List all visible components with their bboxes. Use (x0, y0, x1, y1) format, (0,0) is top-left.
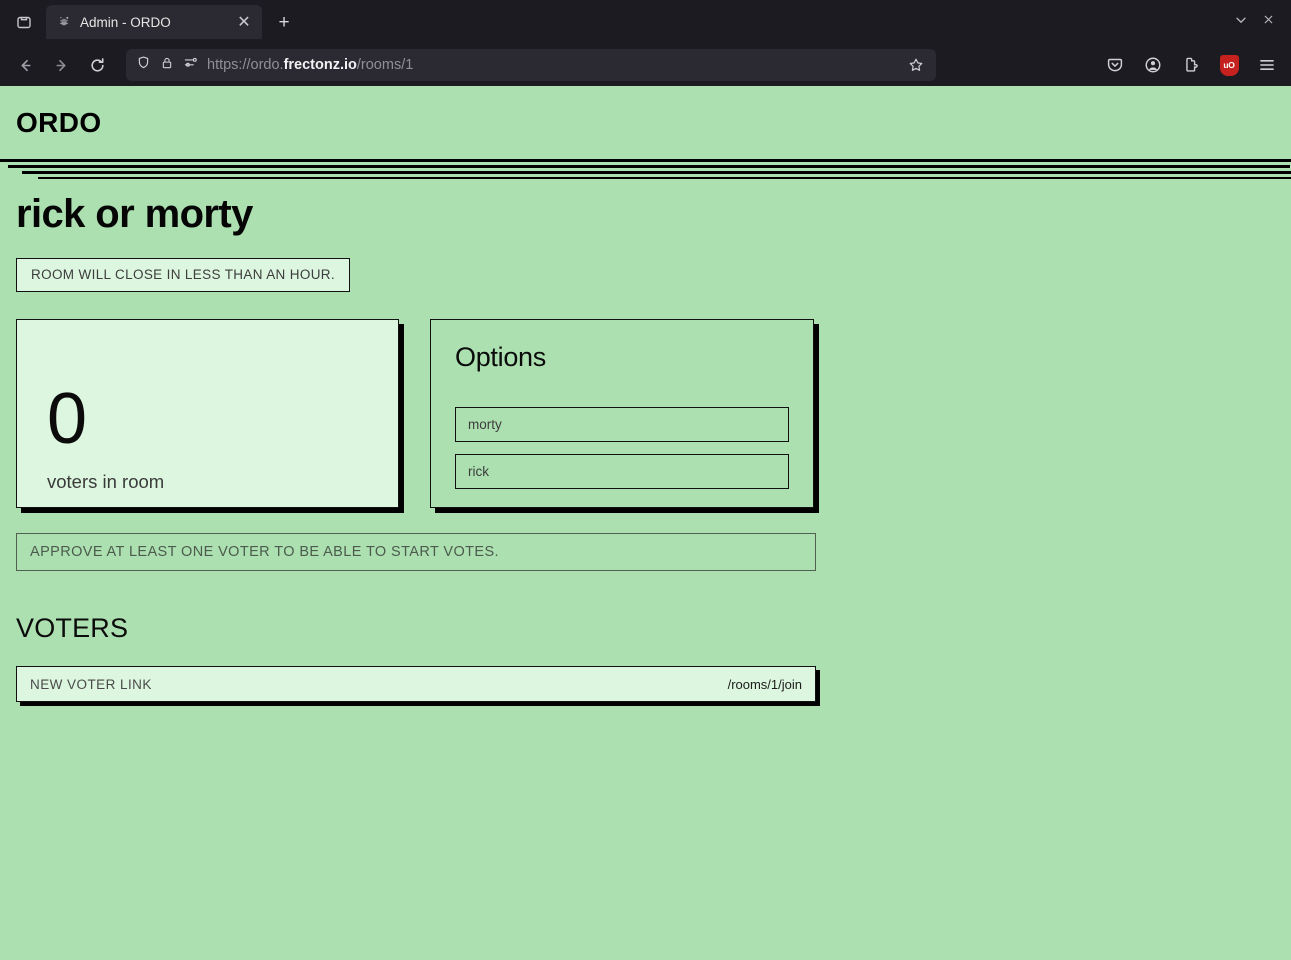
option-label: rick (468, 464, 489, 480)
header-divider (0, 159, 1291, 179)
new-voter-link-value: /rooms/1/join (727, 676, 802, 692)
page-title: rick or morty (16, 192, 253, 236)
save-to-pocket-icon[interactable] (1099, 50, 1131, 80)
page-content: rick or morty ROOM WILL CLOSE IN LESS TH… (0, 179, 1291, 703)
brand-logo[interactable]: ORDO (16, 107, 102, 139)
site-favicon-icon (56, 14, 72, 30)
cards-row: 0 voters in room Options morty rick (16, 319, 1275, 509)
option-item[interactable]: morty (455, 407, 789, 443)
option-label: morty (468, 417, 502, 433)
divider-line (8, 165, 1290, 168)
list-all-tabs-icon[interactable] (1234, 13, 1248, 32)
url-domain: frectonz.io (283, 57, 357, 73)
divider-line (0, 159, 1291, 162)
options-card: Options morty rick (430, 319, 814, 509)
option-item[interactable]: rick (455, 454, 789, 490)
options-heading: Options (455, 342, 546, 373)
url-text[interactable]: https://ordo.frectonz.io/rooms/1 (207, 57, 893, 73)
tab-title: Admin - ORDO (80, 14, 171, 30)
voters-count-card: 0 voters in room (16, 319, 399, 509)
start-votes-disabled-hint: APPROVE AT LEAST ONE VOTER TO BE ABLE TO… (16, 533, 816, 572)
reload-button[interactable] (80, 49, 114, 81)
new-tab-button[interactable]: + (268, 6, 300, 38)
browser-tab[interactable]: Admin - ORDO ✕ (46, 5, 262, 39)
firefox-view-button[interactable] (6, 6, 42, 38)
voters-section-heading: VOTERS (16, 613, 129, 644)
toolbar-extras: uO (1099, 50, 1283, 80)
window-close-icon[interactable] (1262, 13, 1275, 31)
address-bar[interactable]: https://ordo.frectonz.io/rooms/1 (126, 49, 936, 81)
back-button[interactable] (8, 49, 42, 81)
tracking-protection-shield-icon[interactable] (136, 55, 151, 75)
connection-lock-icon[interactable] (160, 56, 174, 75)
window-controls (1234, 13, 1285, 32)
account-icon[interactable] (1137, 50, 1169, 80)
extensions-icon[interactable] (1175, 50, 1207, 80)
app-menu-icon[interactable] (1251, 50, 1283, 80)
url-path: /rooms/1 (356, 57, 414, 73)
divider-line (22, 171, 1291, 174)
navigation-toolbar: https://ordo.frectonz.io/rooms/1 uO (0, 44, 1291, 86)
site-header: ORDO (0, 86, 1291, 159)
ublock-badge: uO (1219, 54, 1239, 76)
room-expiry-notice: ROOM WILL CLOSE IN LESS THAN AN HOUR. (16, 258, 351, 293)
url-scheme: https://ordo. (207, 57, 284, 73)
new-voter-link-button[interactable]: NEW VOTER LINK /rooms/1/join (16, 666, 816, 703)
tab-strip: Admin - ORDO ✕ + (0, 0, 1291, 44)
new-voter-link-label: NEW VOTER LINK (30, 676, 152, 692)
site-permissions-icon[interactable] (183, 55, 198, 75)
page-viewport: ORDO rick or morty ROOM WILL CLOSE IN LE… (0, 86, 1291, 960)
forward-button[interactable] (44, 49, 78, 81)
close-tab-icon[interactable]: ✕ (234, 12, 254, 32)
ublock-origin-icon[interactable]: uO (1213, 50, 1245, 80)
browser-window: Admin - ORDO ✕ + https://ordo.frectonz.i… (0, 0, 1291, 960)
divider-line (38, 177, 1291, 179)
bookmark-star-icon[interactable] (902, 52, 930, 78)
voters-count-label: voters in room (47, 471, 165, 493)
voters-count-value: 0 (47, 378, 87, 459)
